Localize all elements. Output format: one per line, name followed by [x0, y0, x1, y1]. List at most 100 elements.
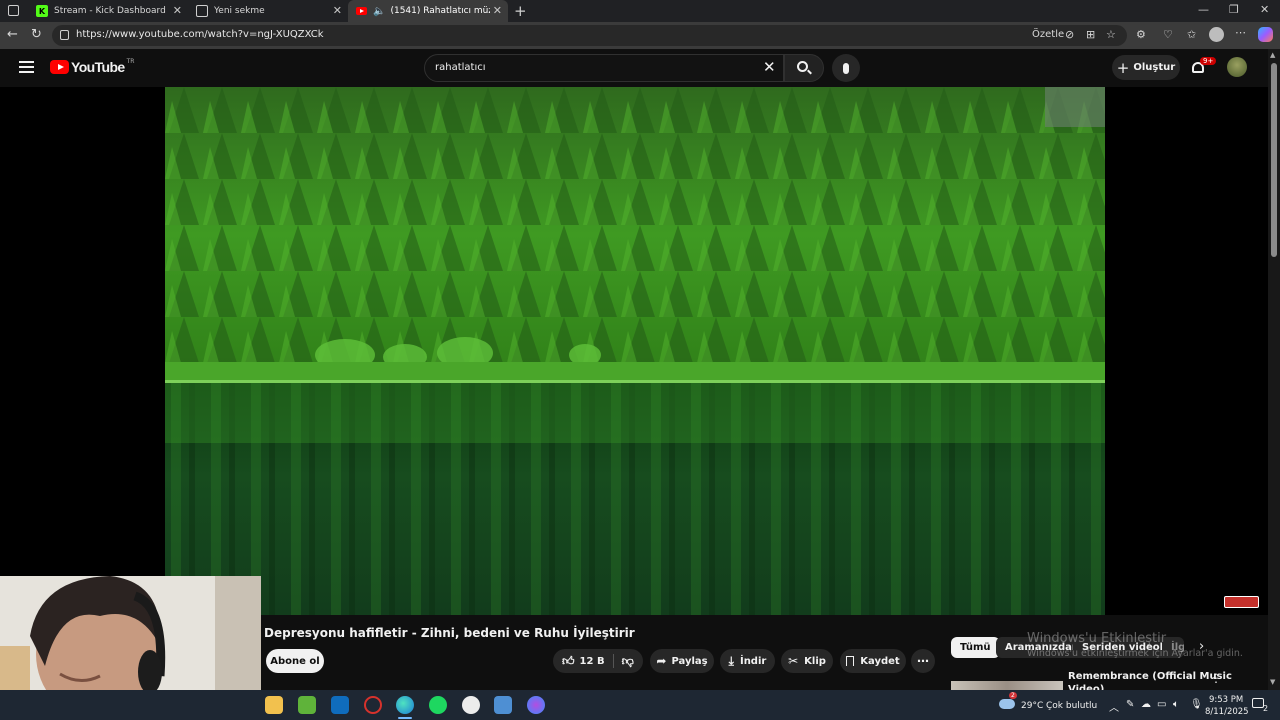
video-title: Depresyonu hafifletir - Zihni, bedeni ve… [264, 626, 635, 640]
weather-temperature[interactable]: 29°C [1021, 701, 1043, 711]
close-icon[interactable]: ✕ [333, 4, 342, 17]
notification-badge: 9+ [1200, 57, 1217, 65]
profile-avatar[interactable] [1209, 27, 1224, 42]
share-arrow-icon: ➦ [656, 654, 667, 668]
recommended-title[interactable]: Remembrance (Official Music [1068, 671, 1232, 682]
account-avatar[interactable] [1227, 57, 1247, 77]
like-button[interactable]: 👍︎ 12 B [553, 654, 605, 669]
edge-browser-icon[interactable] [396, 696, 414, 714]
more-horizontal-icon: ⋯ [917, 654, 929, 668]
subscribe-watermark-icon[interactable] [1224, 596, 1259, 608]
youtube-home-logo[interactable]: YouTube TR [50, 58, 135, 75]
network-icon[interactable]: ▭ [1157, 699, 1166, 710]
thumbs-down-icon[interactable]: 👎︎ [622, 654, 634, 669]
active-app-indicator [398, 717, 412, 719]
microphone-icon [843, 62, 849, 74]
recommended-more-icon[interactable]: ⋮ [1210, 671, 1222, 685]
app-available-icon[interactable]: ⊞ [1086, 28, 1095, 41]
page-scrollbar[interactable]: ▲ ▼ [1268, 49, 1280, 690]
spotify-icon[interactable] [429, 696, 447, 714]
youtube-logo-icon [356, 7, 367, 15]
speaker-icon[interactable]: 🔈 [373, 6, 385, 17]
steam-like-icon[interactable] [462, 696, 480, 714]
kick-logo-icon: K [36, 5, 48, 17]
video-frame[interactable] [165, 87, 1105, 615]
tab-actions-icon[interactable] [8, 5, 19, 16]
summarize-button[interactable]: Özetle [1032, 29, 1064, 40]
microphone-tray-icon[interactable]: 🎙︎ [1190, 699, 1203, 710]
weather-badge: 2 [1009, 692, 1017, 699]
search-query-text[interactable]: rahatlatıcı [435, 62, 486, 73]
reload-icon[interactable]: ↻ [31, 27, 42, 42]
volume-icon[interactable]: 🔈︎ [1173, 699, 1179, 710]
youtube-wordmark: YouTube [71, 59, 125, 75]
region-code: TR [126, 58, 135, 65]
tab-new-tab[interactable]: Yeni sekme ✕ [188, 0, 348, 22]
chevron-up-icon[interactable]: ︿ [1109, 699, 1119, 714]
tab-title: Stream - Kick Dashboard [54, 6, 166, 16]
tab-title: (1541) Rahatlatıcı müzik Stre [390, 6, 490, 16]
settings-app-icon[interactable] [494, 696, 512, 714]
messenger-icon[interactable] [527, 696, 545, 714]
download-label: İndir [739, 655, 767, 667]
close-icon[interactable]: ✕ [173, 4, 182, 17]
minimize-button[interactable]: — [1198, 3, 1209, 16]
favorites-list-icon[interactable]: ✩ [1187, 28, 1196, 41]
video-player[interactable] [0, 87, 1268, 615]
browser-tab-strip: K Stream - Kick Dashboard ✕ Yeni sekme ✕… [0, 0, 1280, 22]
menu-hamburger-icon[interactable] [19, 61, 34, 73]
clock-date[interactable]: 8/11/2025 [1205, 707, 1249, 717]
onedrive-cloud-icon[interactable]: ☁ [1141, 699, 1151, 710]
download-button[interactable]: ⤓ İndir [720, 649, 775, 673]
download-icon: ⤓ [728, 653, 734, 668]
tab-kick-dashboard[interactable]: K Stream - Kick Dashboard ✕ [28, 0, 188, 22]
create-label: Oluştur [1133, 62, 1176, 73]
save-button[interactable]: Kaydet [840, 649, 906, 673]
plus-icon: + [1116, 58, 1130, 77]
subscribe-button[interactable]: Abone ol [266, 649, 324, 673]
weather-condition[interactable]: Çok bulutlu [1046, 701, 1097, 711]
weather-cloud-icon[interactable] [999, 699, 1015, 709]
more-actions-button[interactable]: ⋯ [911, 649, 935, 673]
address-bar-row: ← ↻ https://www.youtube.com/watch?v=ngJ-… [0, 22, 1280, 49]
microsoft-store-icon[interactable] [298, 696, 316, 714]
clock-time[interactable]: 9:53 PM [1209, 695, 1243, 705]
file-explorer-icon[interactable] [265, 696, 283, 714]
clip-label: Klip [804, 655, 826, 667]
share-button[interactable]: ➦ Paylaş [650, 649, 714, 673]
create-button[interactable]: + Oluştur [1112, 55, 1180, 80]
scroll-down-arrow-icon[interactable]: ▼ [1270, 678, 1275, 686]
search-input[interactable]: rahatlatıcı ✕ [424, 54, 784, 82]
extensions-icon[interactable]: ⚙ [1136, 28, 1146, 41]
youtube-header: YouTube TR rahatlatıcı ✕ + Oluştur 9+ [0, 49, 1268, 87]
notifications-button[interactable]: 9+ [1190, 57, 1217, 77]
tab-youtube[interactable]: 🔈 (1541) Rahatlatıcı müzik Stre ✕ [348, 0, 508, 22]
window-close-button[interactable]: ✕ [1260, 3, 1269, 16]
address-bar[interactable]: https://www.youtube.com/watch?v=ngJ-XUQZ… [52, 25, 1127, 46]
new-tab-button[interactable]: + [514, 2, 527, 20]
browser-essentials-icon[interactable]: ♡ [1163, 28, 1173, 41]
opera-gx-icon[interactable] [364, 696, 382, 714]
copilot-summary-icon[interactable]: ⊘ [1065, 28, 1074, 41]
site-info-icon[interactable] [60, 30, 69, 40]
scrollbar-thumb[interactable] [1271, 63, 1277, 257]
voice-search-button[interactable] [832, 54, 860, 82]
clip-button[interactable]: ✂ Klip [781, 649, 833, 673]
youtube-play-logo-icon [50, 60, 69, 74]
scroll-up-arrow-icon[interactable]: ▲ [1270, 51, 1275, 59]
outlook-icon[interactable] [331, 696, 349, 714]
recommended-thumbnail[interactable] [951, 681, 1063, 690]
tab-title: Yeni sekme [214, 6, 265, 16]
back-arrow-icon[interactable]: ← [7, 27, 18, 42]
search-button[interactable] [784, 54, 824, 82]
favorite-star-icon[interactable]: ☆ [1106, 28, 1116, 41]
url-text[interactable]: https://www.youtube.com/watch?v=ngJ-XUQZ… [76, 29, 324, 40]
copilot-icon[interactable] [1258, 27, 1273, 42]
more-options-icon[interactable]: ⋯ [1235, 26, 1246, 39]
chip-label: Tümü [960, 642, 991, 653]
chip-all[interactable]: Tümü [951, 637, 1000, 658]
pen-icon[interactable]: ✎ [1126, 699, 1134, 710]
close-icon[interactable]: ✕ [493, 4, 502, 17]
clear-search-icon[interactable]: ✕ [763, 58, 776, 76]
maximize-button[interactable]: ❐ [1229, 3, 1239, 16]
